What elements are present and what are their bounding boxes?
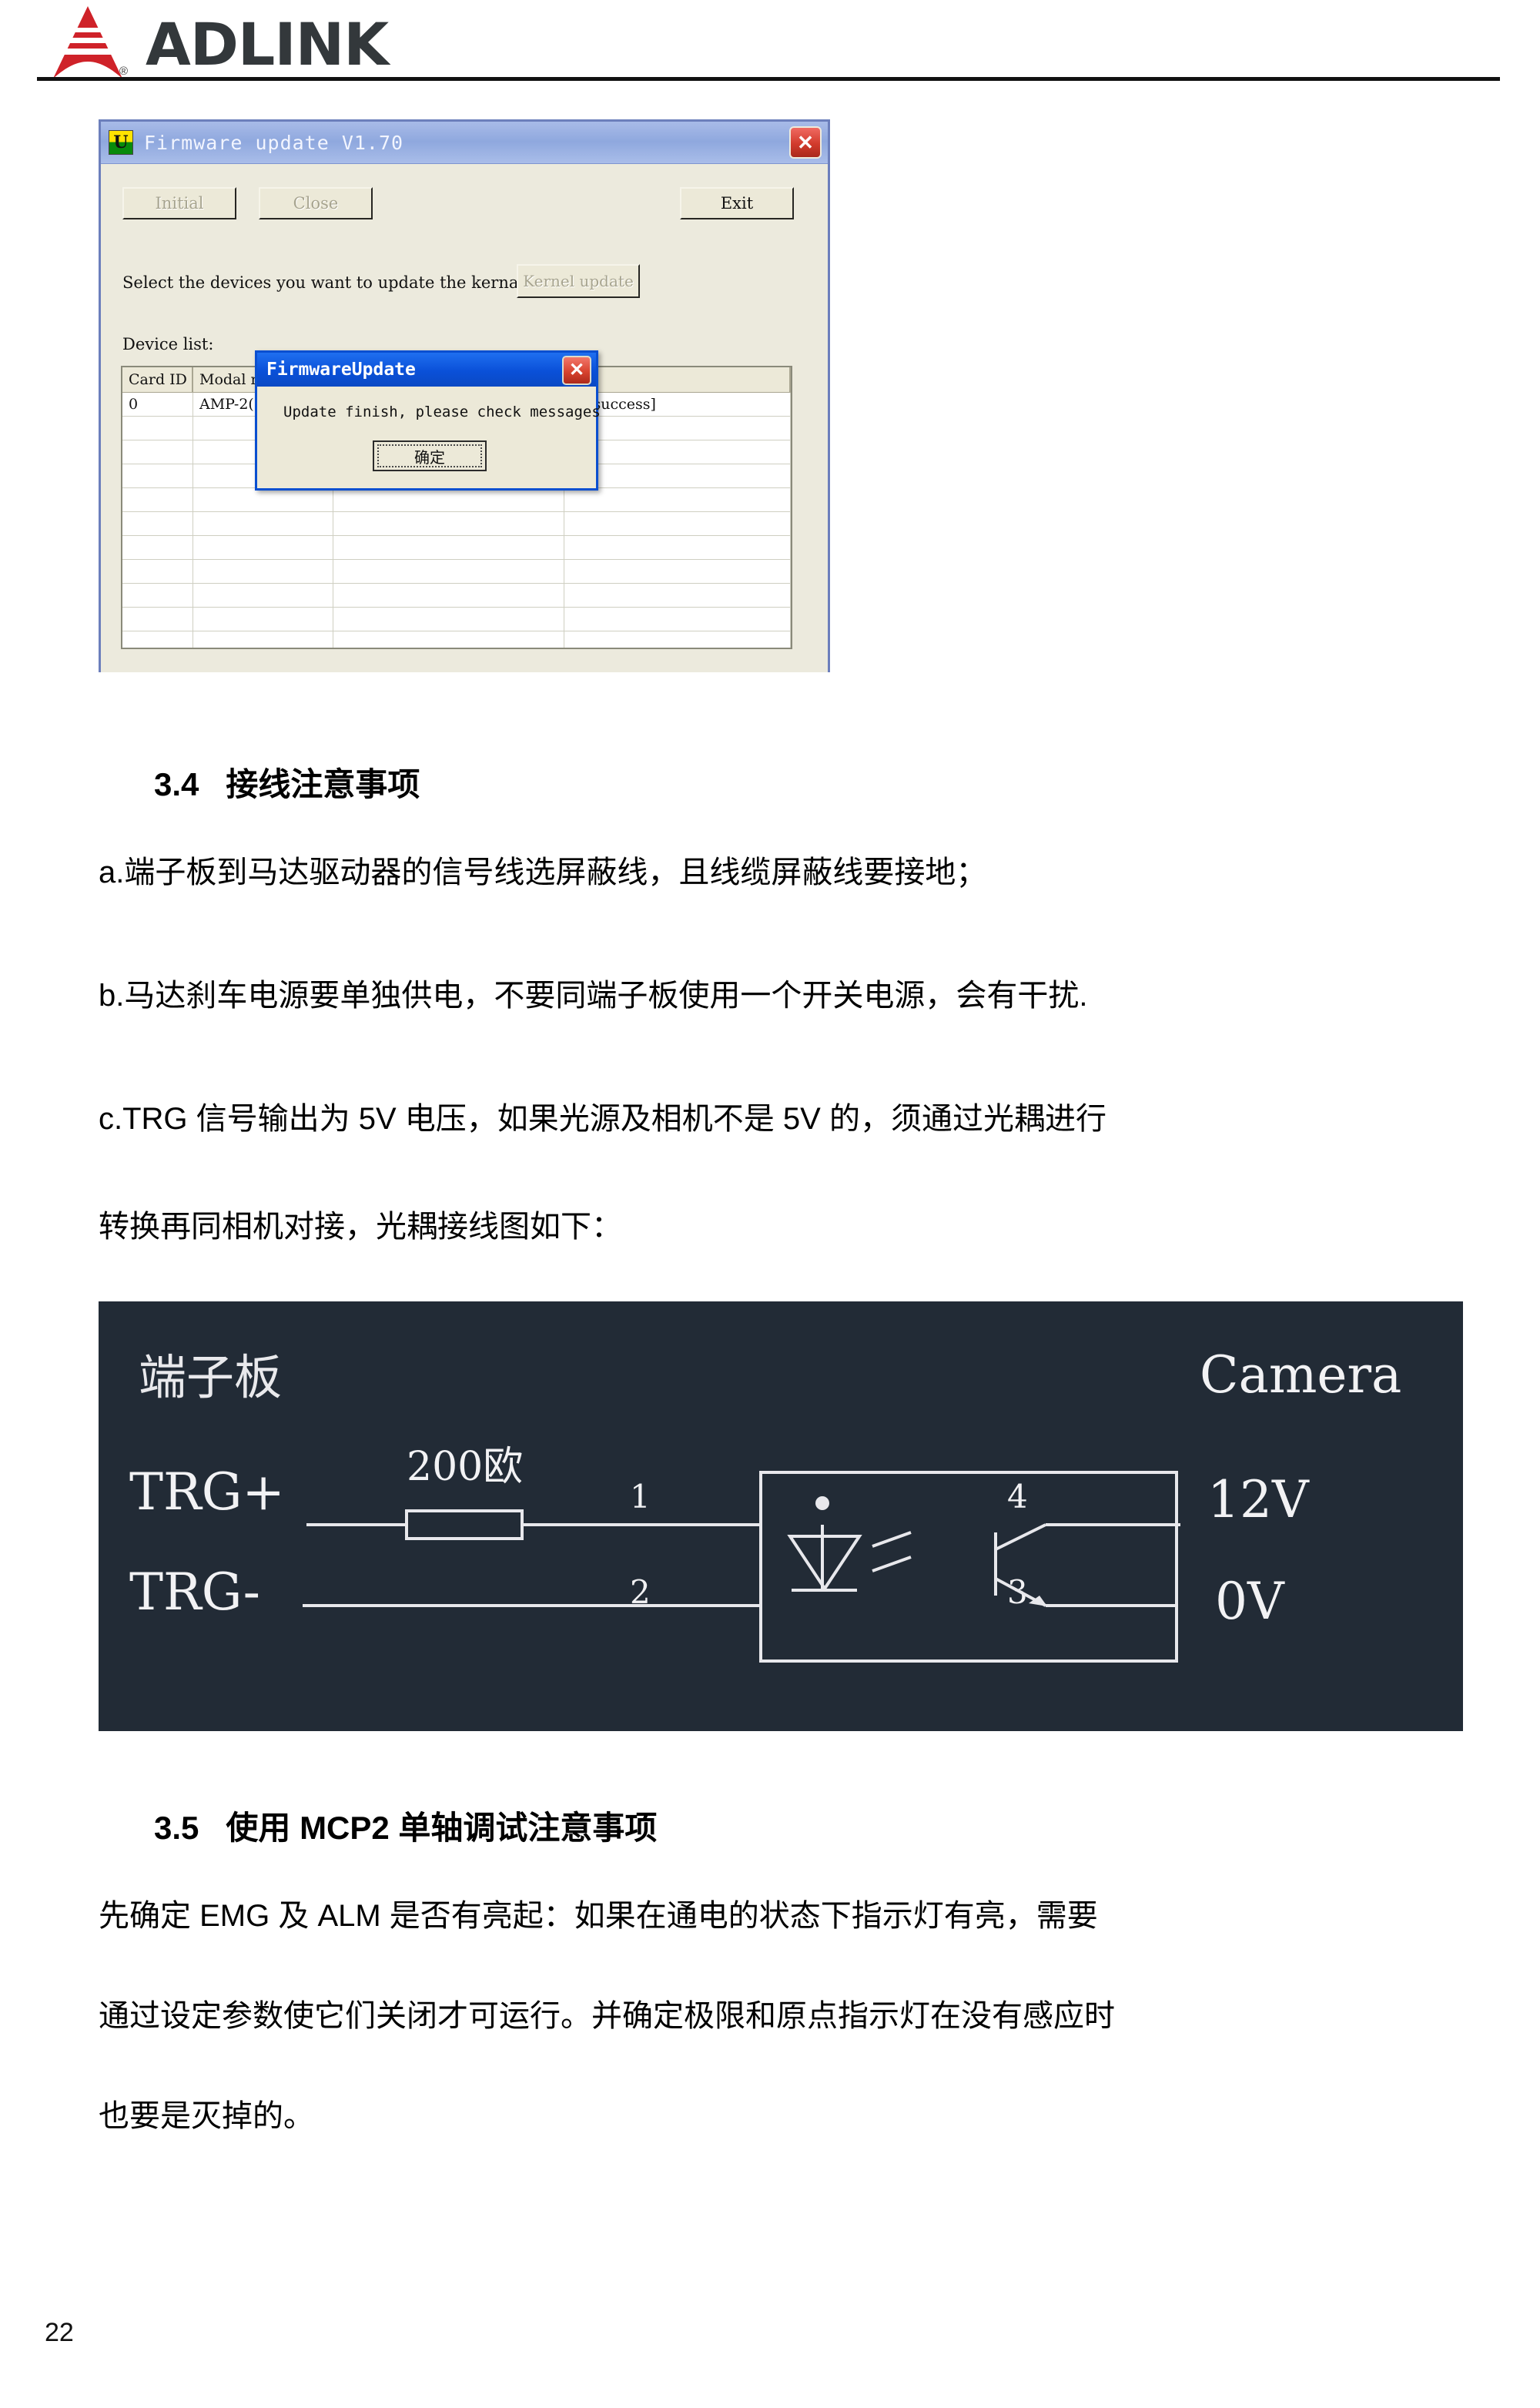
brand-name: ADLINK <box>146 10 389 79</box>
header-divider <box>37 77 1500 81</box>
paragraph-c-line1: c.TRG 信号输出为 5V 电压，如果光源及相机不是 5V 的，须通过光耦进行 <box>99 1102 1106 1136</box>
section-35-number: 3.5 <box>154 1810 199 1846</box>
registered-mark: ® <box>119 65 129 78</box>
diagram-label-trg-negative: TRG- <box>129 1562 260 1622</box>
page-title-section-34: 3.4 接线注意事项 <box>154 759 420 805</box>
table-row[interactable] <box>122 512 791 536</box>
column-header-4 <box>564 367 791 392</box>
section-35-title: 使用 MCP2 单轴调试注意事项 <box>226 1810 658 1846</box>
cell-empty <box>193 584 333 607</box>
page-title-section-35: 3.5 使用 MCP2 单轴调试注意事项 <box>154 1802 657 1849</box>
polarity-dot <box>815 1496 829 1510</box>
section-34-title: 接线注意事项 <box>226 766 420 802</box>
firmware-update-screenshot: U Firmware update V1.70 ✕ Initial Close … <box>99 119 830 672</box>
cell-empty <box>333 488 564 511</box>
initial-button[interactable]: Initial <box>122 187 236 219</box>
close-icon[interactable]: ✕ <box>789 126 822 159</box>
page-number: 22 <box>45 2318 74 2347</box>
window-title: Firmware update V1.70 <box>144 131 404 154</box>
table-row[interactable] <box>122 584 791 608</box>
cell-empty <box>193 536 333 559</box>
modal-message: Update finish, please check messages <box>283 404 601 420</box>
modal-close-icon[interactable]: ✕ <box>562 356 591 385</box>
cell-empty <box>333 512 564 535</box>
table-row[interactable] <box>122 631 791 648</box>
cell-empty <box>564 488 791 511</box>
cell-empty <box>193 488 333 511</box>
close-button[interactable]: Close <box>259 187 373 219</box>
cell-empty <box>564 536 791 559</box>
cell-empty <box>193 631 333 648</box>
cell-empty <box>564 631 791 648</box>
cell-empty <box>122 584 193 607</box>
cell-empty <box>564 608 791 631</box>
modal-ok-label: 确定 <box>377 444 482 467</box>
cell-empty <box>333 560 564 583</box>
cell-empty <box>122 440 193 464</box>
cell-empty <box>122 536 193 559</box>
cell-empty <box>564 560 791 583</box>
cell-empty <box>122 417 193 440</box>
kernel-update-button[interactable]: Kernel update <box>517 264 640 298</box>
table-row[interactable] <box>122 488 791 512</box>
cell-empty <box>564 440 791 464</box>
modal-ok-button[interactable]: 确定 <box>373 440 487 471</box>
cell-empty <box>564 512 791 535</box>
adlink-logo: ® ADLINK <box>42 5 389 85</box>
cell-card-id: 0 <box>122 393 193 416</box>
cell-empty <box>333 584 564 607</box>
cell-empty <box>122 608 193 631</box>
optocoupler-wiring-diagram: 端子板 Camera TRG+ TRG- 200欧 1 2 4 3 12V 0V <box>99 1301 1463 1731</box>
cell-empty <box>122 512 193 535</box>
section-35-paragraph-line2: 通过设定参数使它们关闭才可运行。并确定极限和原点指示灯在没有感应时 <box>99 1999 1115 2033</box>
diagram-pin-1: 1 <box>630 1478 651 1515</box>
optocoupler-schematic: 端子板 Camera TRG+ TRG- 200欧 1 2 4 3 12V 0V <box>129 1345 1401 1663</box>
section-35-paragraph-line1: 先确定 EMG 及 ALM 是否有亮起：如果在通电的状态下指示灯有亮，需要 <box>99 1899 1098 1933</box>
paragraph-b: b.马达刹车电源要单独供电，不要同端子板使用一个开关电源，会有干扰. <box>99 979 1088 1013</box>
diagram-label-resistor: 200欧 <box>407 1444 523 1490</box>
cell-empty <box>564 584 791 607</box>
cell-empty <box>193 560 333 583</box>
diagram-label-12v: 12V <box>1207 1470 1310 1529</box>
cell-empty <box>564 464 791 487</box>
table-row[interactable] <box>122 536 791 560</box>
adlink-logo-mark-icon: ® <box>42 5 133 85</box>
firmware-update-modal: FirmwareUpdate ✕ Update finish, please c… <box>255 350 601 491</box>
paragraph-a: a.端子板到马达驱动器的信号线选屏蔽线，且线缆屏蔽线要接地； <box>99 856 987 889</box>
diagram-label-0v: 0V <box>1215 1572 1285 1631</box>
page-header: ® ADLINK <box>0 0 1540 81</box>
diagram-label-terminal-board: 端子板 <box>139 1349 282 1405</box>
window-title-bar: U Firmware update V1.70 ✕ <box>101 122 828 164</box>
table-row[interactable] <box>122 608 791 631</box>
diagram-label-trg-positive: TRG+ <box>129 1462 285 1522</box>
cell-empty <box>333 608 564 631</box>
cell-empty <box>333 536 564 559</box>
cell-empty <box>122 464 193 487</box>
diagram-label-camera: Camera <box>1200 1345 1401 1405</box>
modal-title: FirmwareUpdate <box>266 360 416 380</box>
cell-empty <box>193 512 333 535</box>
section-35-paragraph-line3: 也要是灭掉的。 <box>99 2099 314 2133</box>
window-body: Initial Close Exit Select the devices yo… <box>101 164 828 672</box>
modal-title-bar: FirmwareUpdate ✕ <box>257 353 596 387</box>
cell-empty <box>333 631 564 648</box>
paragraph-c-line2: 转换再同相机对接，光耦接线图如下： <box>99 1210 622 1244</box>
exit-button[interactable]: Exit <box>680 187 794 219</box>
cell-empty <box>193 608 333 631</box>
section-34-number: 3.4 <box>154 766 199 802</box>
firmware-update-icon: U <box>109 130 133 155</box>
diagram-pin-4: 4 <box>1007 1478 1028 1515</box>
cell-empty <box>122 488 193 511</box>
cell-empty <box>122 631 193 648</box>
device-list-label: Device list: <box>122 335 214 353</box>
column-header-card-id: Card ID <box>122 367 193 392</box>
kernel-hint-label: Select the devices you want to update th… <box>122 273 529 292</box>
cell-empty <box>122 560 193 583</box>
table-row[interactable] <box>122 560 791 584</box>
